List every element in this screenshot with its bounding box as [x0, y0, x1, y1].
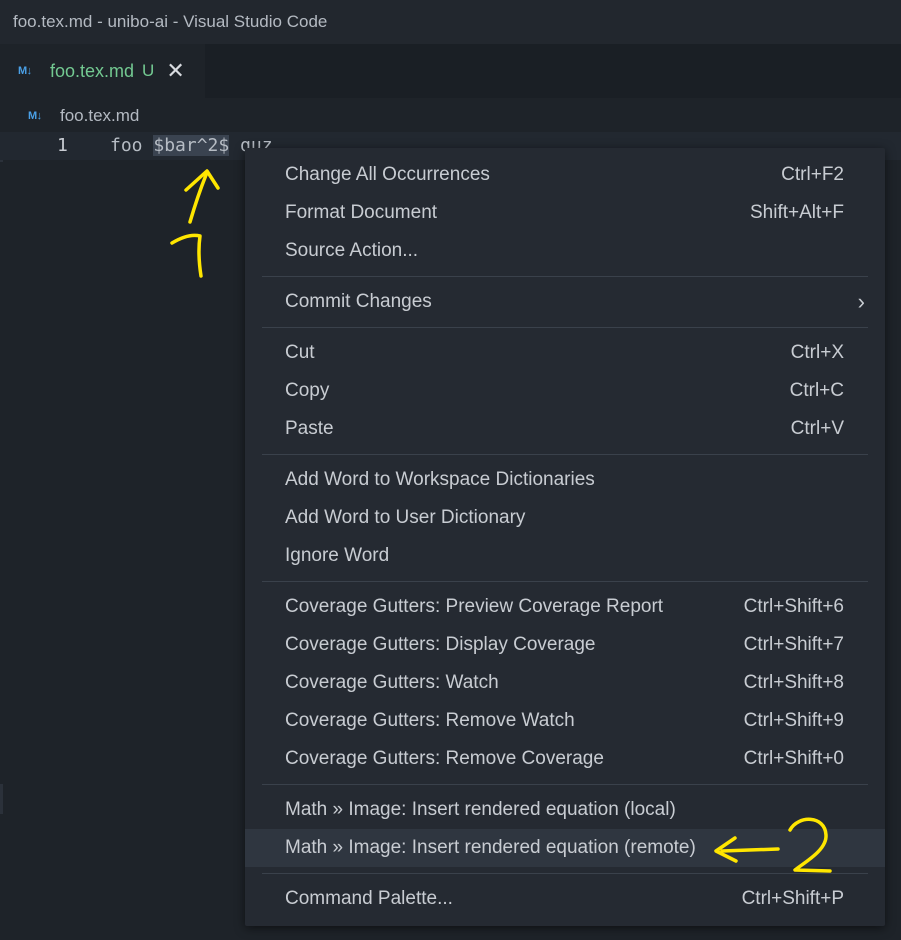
menu-item-shortcut: Ctrl+Shift+9 [743, 710, 844, 731]
menu-item-shortcut: Ctrl+Shift+P [741, 888, 844, 909]
menu-item-commit-changes[interactable]: Commit Changes › [245, 283, 885, 321]
menu-separator [262, 327, 868, 328]
menu-item-math-image-insert-rendered-equation-remote[interactable]: Math » Image: Insert rendered equation (… [245, 829, 885, 867]
menu-item-source-action[interactable]: Source Action... [245, 232, 885, 270]
menu-item-label: Command Palette... [285, 888, 453, 909]
menu-item-label: Change All Occurrences [285, 164, 490, 185]
menu-item-coverage-gutters-watch[interactable]: Coverage Gutters: Watch Ctrl+Shift+8 [245, 664, 885, 702]
breadcrumb[interactable]: M↓ foo.tex.md [28, 104, 139, 128]
menu-item-label: Add Word to Workspace Dictionaries [285, 469, 595, 490]
menu-item-math-image-insert-rendered-equation-local[interactable]: Math » Image: Insert rendered equation (… [245, 791, 885, 829]
menu-item-label: Coverage Gutters: Preview Coverage Repor… [285, 596, 664, 617]
menu-item-shortcut: Shift+Alt+F [750, 202, 844, 223]
menu-item-add-word-to-workspace-dictionaries[interactable]: Add Word to Workspace Dictionaries [245, 461, 885, 499]
tab-bar: M↓ foo.tex.md U ✕ [0, 44, 901, 98]
menu-item-shortcut: Ctrl+C [789, 380, 844, 401]
markdown-icon: M↓ [28, 110, 42, 122]
menu-separator [262, 581, 868, 582]
menu-item-change-all-occurrences[interactable]: Change All Occurrences Ctrl+F2 [245, 156, 885, 194]
menu-separator [262, 454, 868, 455]
menu-item-command-palette[interactable]: Command Palette... Ctrl+Shift+P [245, 880, 885, 918]
annotation-arrow-up [188, 173, 208, 224]
menu-item-label: Coverage Gutters: Watch [285, 672, 499, 693]
menu-item-paste[interactable]: Paste Ctrl+V [245, 410, 885, 448]
menu-item-coverage-gutters-display-coverage[interactable]: Coverage Gutters: Display Coverage Ctrl+S… [245, 626, 885, 664]
markdown-icon: M↓ [18, 65, 32, 77]
menu-item-coverage-gutters-preview-coverage-report[interactable]: Coverage Gutters: Preview Coverage Repor… [245, 588, 885, 626]
annotation-number-1 [170, 233, 203, 278]
menu-item-label: Format Document [285, 202, 438, 223]
menu-item-coverage-gutters-remove-watch[interactable]: Coverage Gutters: Remove Watch Ctrl+Shift… [245, 702, 885, 740]
menu-item-shortcut: Ctrl+Shift+6 [743, 596, 844, 617]
menu-item-label: Source Action... [285, 240, 419, 261]
menu-item-format-document[interactable]: Format Document Shift+Alt+F [245, 194, 885, 232]
menu-item-label: Coverage Gutters: Remove Coverage [285, 748, 604, 769]
context-menu: Change All Occurrences Ctrl+F2 Format Docu… [245, 148, 885, 926]
menu-item-label: Paste [285, 418, 334, 439]
menu-item-label: Coverage Gutters: Display Coverage [285, 634, 596, 655]
menu-item-label: Coverage Gutters: Remove Watch [285, 710, 575, 731]
untracked-badge: U [142, 61, 155, 80]
breadcrumb-file[interactable]: foo.tex.md [60, 106, 139, 126]
menu-item-shortcut: Ctrl+Shift+0 [743, 748, 844, 769]
menu-item-label: Math » Image: Insert rendered equation (… [285, 799, 676, 820]
menu-item-label: Cut [285, 342, 315, 363]
menu-separator [262, 784, 868, 785]
gutter-marker [0, 784, 3, 814]
annotation-arrowhead-up [184, 169, 220, 192]
menu-item-shortcut: Ctrl+X [790, 342, 844, 363]
menu-item-shortcut: Ctrl+Shift+8 [743, 672, 844, 693]
menu-item-label: Commit Changes [285, 291, 432, 312]
menu-item-coverage-gutters-remove-coverage[interactable]: Coverage Gutters: Remove Coverage Ctrl+Sh… [245, 740, 885, 778]
menu-item-shortcut: Ctrl+F2 [781, 164, 844, 185]
line-number: 1 [57, 135, 68, 156]
menu-separator [262, 276, 868, 277]
code-selection[interactable]: $bar^2$ [153, 135, 230, 156]
tab-label: foo.tex.md [50, 60, 135, 81]
menu-item-ignore-word[interactable]: Ignore Word [245, 537, 885, 575]
menu-item-copy[interactable]: Copy Ctrl+C [245, 372, 885, 410]
menu-separator [262, 873, 868, 874]
code-before: foo [110, 135, 154, 156]
menu-item-label: Ignore Word [285, 545, 390, 566]
window-title: foo.tex.md - unibo-ai - Visual Studio Co… [0, 0, 901, 44]
chevron-right-icon: › [857, 289, 865, 314]
menu-item-label: Math » Image: Insert rendered equation (… [285, 837, 696, 858]
menu-item-cut[interactable]: Cut Ctrl+X [245, 334, 885, 372]
tab-foo-tex-md[interactable]: M↓ foo.tex.md U ✕ [0, 44, 205, 98]
close-icon[interactable]: ✕ [166, 58, 184, 84]
menu-item-shortcut: Ctrl+V [790, 418, 844, 439]
menu-item-label: Add Word to User Dictionary [285, 507, 526, 528]
menu-item-label: Copy [285, 380, 330, 401]
menu-item-add-word-to-user-dictionary[interactable]: Add Word to User Dictionary [245, 499, 885, 537]
menu-item-shortcut: Ctrl+Shift+7 [743, 634, 844, 655]
